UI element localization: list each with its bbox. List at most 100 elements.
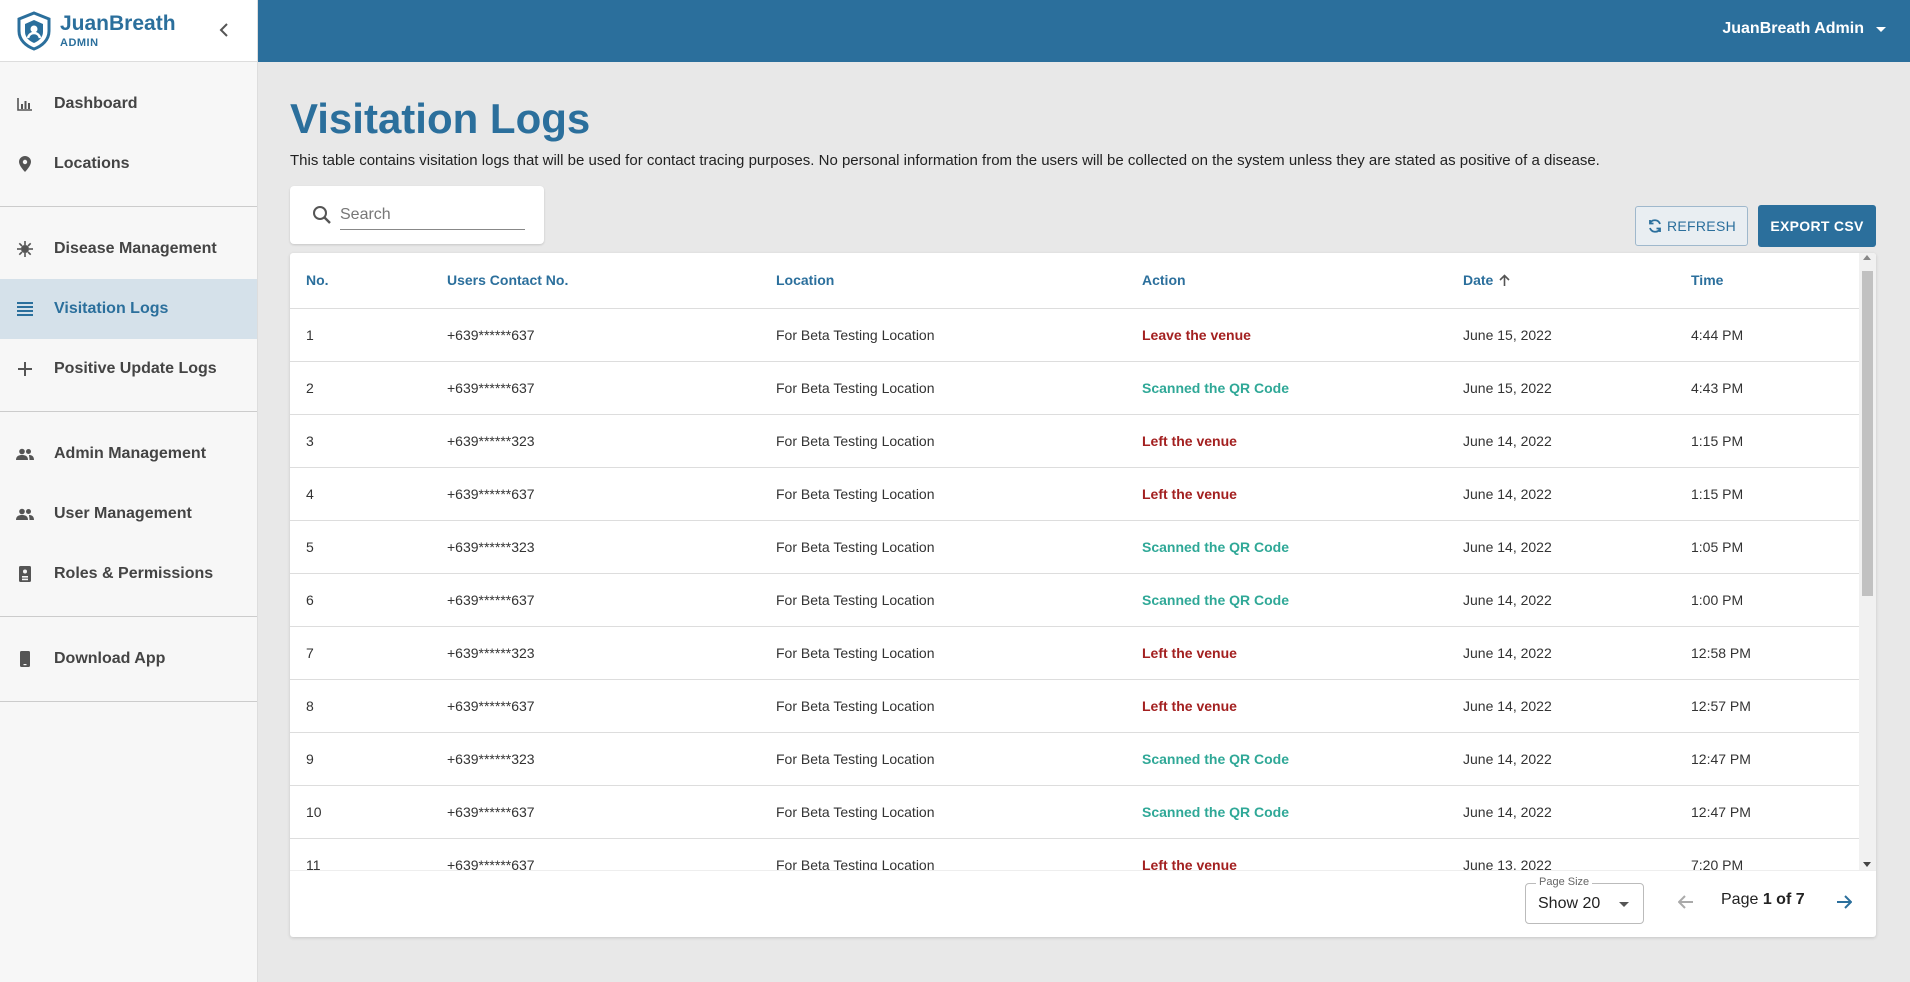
user-name: JuanBreath Admin [1722, 20, 1864, 37]
table-cell: June 14, 2022 [1447, 520, 1675, 574]
sidebar-item-admin-management[interactable]: Admin Management [0, 424, 257, 484]
table-cell: Scanned the QR Code [1126, 732, 1447, 786]
column-header-label: Location [776, 272, 835, 289]
table-cell: Scanned the QR Code [1126, 361, 1447, 415]
sidebar-item-visitation-logs[interactable]: Visitation Logs [0, 279, 257, 339]
table-cell: 11 [290, 838, 431, 870]
scroll-down-icon[interactable] [1863, 862, 1871, 867]
sidebar-item-user-management[interactable]: User Management [0, 484, 257, 544]
refresh-button[interactable]: REFRESH [1635, 206, 1748, 246]
sidebar-nav: Dashboard Locations Disease Management Visi… [0, 62, 257, 702]
table-cell: 12:47 PM [1675, 785, 1859, 839]
table-row[interactable]: 4 +639******637 For Beta Testing Location L… [290, 467, 1859, 521]
table-row[interactable]: 11 +639******637 For Beta Testing Location… [290, 838, 1859, 870]
sidebar-item-disease-management[interactable]: Disease Management [0, 219, 257, 279]
sidebar-item-label: Download App [54, 650, 166, 667]
page-indicator: Page 1 of 7 [1721, 891, 1805, 909]
table-row[interactable]: 5 +639******323 For Beta Testing Location S… [290, 520, 1859, 574]
collapse-sidebar-button[interactable] [212, 18, 236, 42]
table-cell: 6 [290, 573, 431, 627]
user-menu[interactable]: JuanBreath Admin [1722, 20, 1886, 38]
table-cell: +639******637 [431, 467, 760, 521]
table-cell: 3 [290, 414, 431, 468]
vertical-scrollbar[interactable] [1859, 253, 1876, 870]
main-content: Visitation Logs This table contains visi… [290, 62, 1878, 937]
sidebar-item-roles-permissions[interactable]: Roles & Permissions [0, 544, 257, 604]
table-cell: 9 [290, 732, 431, 786]
sidebar-item-positive-update-logs[interactable]: Positive Update Logs [0, 339, 257, 399]
table-cell: 10 [290, 785, 431, 839]
table-row[interactable]: 10 +639******637 For Beta Testing Location… [290, 785, 1859, 839]
column-header-label: No. [306, 272, 329, 289]
table-cell: +639******637 [431, 308, 760, 362]
sidebar-item-dashboard[interactable]: Dashboard [0, 74, 257, 134]
nav-group: Download App [0, 617, 257, 702]
table-cell: 1:15 PM [1675, 414, 1859, 468]
table-cell: Leave the venue [1126, 308, 1447, 362]
table-cell: Left the venue [1126, 838, 1447, 870]
table-cell: June 15, 2022 [1447, 361, 1675, 415]
sidebar-item-label: Locations [54, 155, 130, 172]
page-size-value: Show 20 [1538, 894, 1601, 912]
column-header[interactable]: Action [1126, 253, 1447, 309]
page-prefix: Page [1721, 891, 1759, 908]
export-csv-button[interactable]: EXPORT CSV [1758, 205, 1876, 247]
table-cell: +639******323 [431, 414, 760, 468]
column-header-label: Date [1463, 271, 1494, 288]
phone-icon [16, 650, 34, 668]
sidebar: JuanBreath ADMIN Dashboard Locations Disea… [0, 0, 258, 982]
table-scroll-area[interactable]: No. Users Contact No. Location Action Date Ti… [290, 253, 1859, 870]
column-header-label: Users Contact No. [447, 272, 569, 289]
table-cell: For Beta Testing Location [760, 308, 1126, 362]
table-body: 1 +639******637 For Beta Testing Location L… [290, 308, 1859, 870]
table-cell: June 13, 2022 [1447, 838, 1675, 870]
table-row[interactable]: 6 +639******637 For Beta Testing Location S… [290, 573, 1859, 627]
page-size-label: Page Size [1536, 876, 1593, 888]
page-title: Visitation Logs [290, 95, 591, 142]
search-input[interactable] [340, 205, 525, 224]
sidebar-item-download-app[interactable]: Download App [0, 629, 257, 689]
sidebar-item-locations[interactable]: Locations [0, 134, 257, 194]
sort-ascending-icon[interactable] [1499, 273, 1510, 289]
caret-down-icon [1876, 26, 1886, 32]
topbar: JuanBreath Admin [258, 0, 1910, 62]
column-header[interactable]: Location [760, 253, 1126, 309]
sidebar-item-label: Admin Management [54, 445, 207, 462]
table-row[interactable]: 3 +639******323 For Beta Testing Location L… [290, 414, 1859, 468]
table-row[interactable]: 9 +639******323 For Beta Testing Location S… [290, 732, 1859, 786]
column-header[interactable]: Users Contact No. [431, 253, 760, 309]
column-header[interactable]: Time [1675, 253, 1859, 309]
table-row[interactable]: 1 +639******637 For Beta Testing Location L… [290, 308, 1859, 362]
table-cell: +639******637 [431, 838, 760, 870]
previous-page-button[interactable] [1677, 895, 1694, 914]
column-header-label: Action [1142, 272, 1186, 289]
column-header[interactable]: Date [1447, 253, 1675, 309]
table-cell: Left the venue [1126, 467, 1447, 521]
users-icon [16, 445, 34, 463]
table-row[interactable]: 7 +639******323 For Beta Testing Location L… [290, 626, 1859, 680]
table-cell: +639******637 [431, 785, 760, 839]
page-size-select[interactable]: Page Size Show 20 [1525, 876, 1644, 924]
table-cell: 12:57 PM [1675, 679, 1859, 733]
table-cell: 1:05 PM [1675, 520, 1859, 574]
table-cell: Scanned the QR Code [1126, 573, 1447, 627]
list-icon [16, 300, 34, 318]
nav-group: Disease Management Visitation Logs Positiv… [0, 207, 257, 412]
chart-bar-icon [16, 95, 34, 113]
next-page-button[interactable] [1836, 895, 1853, 914]
visitation-logs-table: No. Users Contact No. Location Action Date Ti… [290, 253, 1859, 870]
column-header[interactable]: No. [290, 253, 431, 309]
table-cell: Scanned the QR Code [1126, 785, 1447, 839]
table-cell: For Beta Testing Location [760, 573, 1126, 627]
scrollbar-thumb[interactable] [1862, 271, 1873, 596]
plus-icon [16, 360, 34, 378]
sidebar-item-label: User Management [54, 505, 192, 522]
table-row[interactable]: 8 +639******637 For Beta Testing Location L… [290, 679, 1859, 733]
table-cell: 5 [290, 520, 431, 574]
table-cell: +639******637 [431, 573, 760, 627]
sidebar-item-label: Dashboard [54, 95, 138, 112]
table-cell: +639******637 [431, 361, 760, 415]
arrow-left-icon [1677, 895, 1693, 909]
scroll-up-icon[interactable] [1863, 255, 1871, 260]
table-row[interactable]: 2 +639******637 For Beta Testing Location S… [290, 361, 1859, 415]
